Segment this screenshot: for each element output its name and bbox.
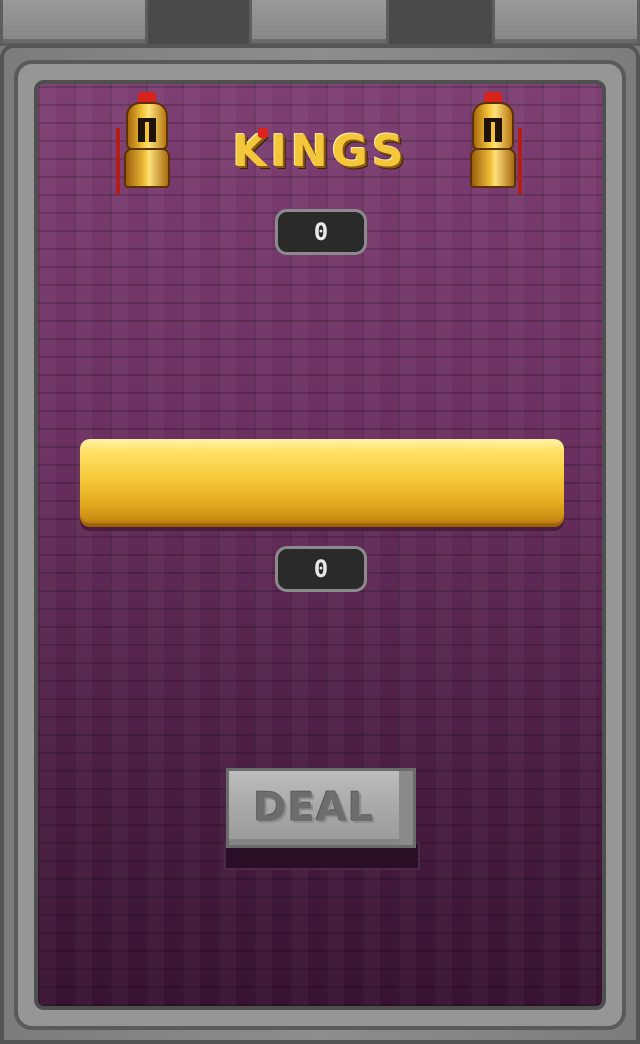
left-knight-icon — [114, 92, 178, 194]
battlement — [0, 0, 148, 46]
battlement — [249, 0, 389, 46]
right-knight-icon — [460, 92, 524, 194]
deal-button[interactable]: DEAL — [226, 768, 416, 848]
game-screen: KINGS 0 0 DEAL — [0, 0, 640, 1044]
top-score-display: 0 — [275, 209, 367, 255]
battlement — [492, 0, 640, 46]
knight-spear — [116, 128, 120, 194]
bottom-score-display: 0 — [275, 546, 367, 592]
game-title: KINGS — [232, 126, 408, 177]
knight-body — [124, 148, 170, 188]
knight-body — [470, 148, 516, 188]
knight-visor — [138, 118, 156, 142]
knight-spear — [518, 128, 522, 194]
title-heart-icon — [258, 128, 268, 138]
knight-visor — [484, 118, 502, 142]
gold-bar — [80, 439, 564, 527]
